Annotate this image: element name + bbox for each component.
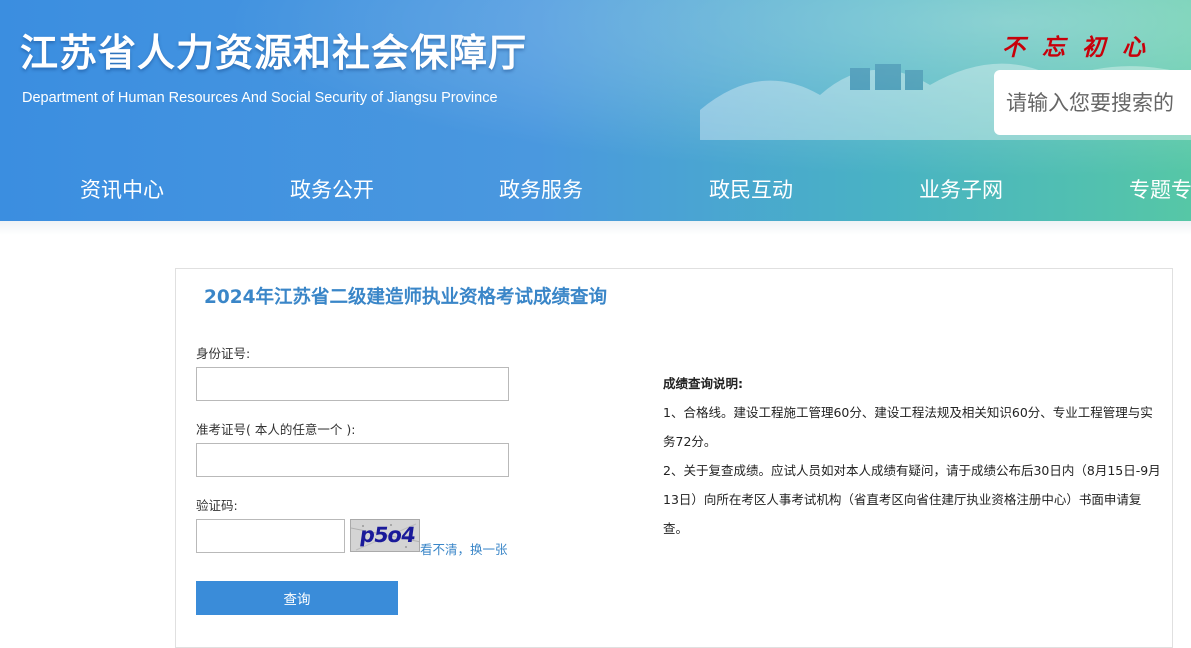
query-button[interactable]: 查询 (196, 581, 398, 615)
instructions-title: 成绩查询说明: (663, 376, 743, 391)
search-input[interactable] (994, 70, 1191, 135)
refresh-captcha-link[interactable]: 看不清，换一张 (420, 539, 508, 558)
captcha-field[interactable] (196, 519, 348, 554)
header-shadow (0, 221, 1191, 235)
id-number-label: 身份证号: (196, 346, 251, 361)
page-title: 2024年江苏省二级建造师执业资格考试成绩查询 (204, 287, 607, 308)
ticket-number-field[interactable] (196, 443, 509, 477)
instructions-item-2: 2、关于复查成绩。应试人员如对本人成绩有疑问，请于成绩公布后30日内（8月15日… (663, 463, 1161, 536)
captcha-text: p5o4 (358, 523, 417, 547)
slogan: 不忘初心 (1002, 34, 1162, 61)
captcha-input[interactable] (197, 520, 348, 554)
id-number-field[interactable] (196, 367, 509, 401)
nav-item-topics[interactable]: 专题专 (1129, 174, 1191, 204)
nav-item-gov-open[interactable]: 政务公开 (290, 174, 374, 204)
ticket-number-label: 准考证号( 本人的任意一个 ): (196, 422, 356, 437)
search-box[interactable] (994, 70, 1191, 135)
captcha-image[interactable]: p5o4 (350, 519, 420, 552)
captcha-label: 验证码: (196, 498, 238, 513)
id-number-input[interactable] (197, 368, 508, 400)
score-query-panel: 2024年江苏省二级建造师执业资格考试成绩查询 身份证号: 准考证号( 本人的任… (175, 268, 1173, 648)
query-instructions: 成绩查询说明: 1、合格线。建设工程施工管理60分、建设工程法规及相关知识60分… (663, 369, 1163, 543)
nav-item-subsites[interactable]: 业务子网 (919, 174, 1003, 204)
ticket-number-input[interactable] (197, 444, 508, 476)
site-header: 江苏省人力资源和社会保障厅 Department of Human Resour… (0, 0, 1191, 221)
main-nav: 资讯中心 政务公开 政务服务 政民互动 业务子网 专题专 (0, 160, 1191, 220)
instructions-item-1: 1、合格线。建设工程施工管理60分、建设工程法规及相关知识60分、专业工程管理与… (663, 405, 1153, 449)
nav-item-gov-service[interactable]: 政务服务 (499, 174, 583, 204)
site-title: 江苏省人力资源和社会保障厅 (20, 31, 528, 75)
site-subtitle: Department of Human Resources And Social… (22, 90, 498, 106)
nav-item-news[interactable]: 资讯中心 (80, 174, 164, 204)
nav-item-interaction[interactable]: 政民互动 (709, 174, 793, 204)
